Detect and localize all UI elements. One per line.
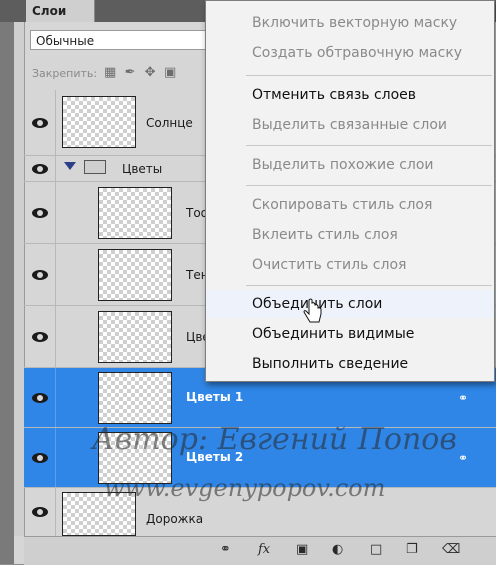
layer-name: Дорожка <box>146 512 204 526</box>
hand-cursor-icon <box>303 298 322 323</box>
fx-icon[interactable]: fx <box>258 542 270 557</box>
menu-separator <box>246 145 492 146</box>
menu-item-flatten-image[interactable]: Выполнить сведение <box>206 350 494 378</box>
lock-transparency-icon[interactable]: ▦ <box>103 66 117 80</box>
lock-all-icon[interactable]: ▣ <box>163 66 177 80</box>
menu-separator <box>246 285 492 286</box>
visibility-eye-icon[interactable] <box>24 428 56 487</box>
watermark-author: Автор: Евгений Попов <box>92 422 457 457</box>
visibility-eye-icon[interactable] <box>24 182 56 243</box>
blend-mode-select[interactable]: Обычные <box>30 30 214 50</box>
layer-name: Солнце <box>146 116 193 130</box>
visibility-eye-icon[interactable] <box>24 368 56 427</box>
layer-thumbnail <box>98 311 172 363</box>
menu-item-merge-visible[interactable]: Объединить видимые <box>206 320 494 348</box>
expand-triangle-icon[interactable] <box>64 162 76 170</box>
lock-move-icon[interactable]: ✥ <box>143 66 157 80</box>
trash-icon[interactable]: ⌫ <box>442 542 460 557</box>
link-chain-icon: ⚭ <box>457 391 469 405</box>
layers-bottom-toolbar: ⚭ fx ▣ ◐ □ ❐ ⌫ <box>24 536 496 565</box>
menu-separator <box>246 185 492 186</box>
menu-item-clear-layer-style[interactable]: Очистить стиль слоя <box>206 251 494 279</box>
layer-name: Цветы 1 <box>186 390 244 404</box>
mask-icon[interactable]: ▣ <box>296 542 308 557</box>
layer-thumbnail <box>98 249 172 301</box>
visibility-eye-icon[interactable] <box>24 156 56 181</box>
menu-item-select-similar-layers[interactable]: Выделить похожие слои <box>206 151 494 179</box>
tab-layers[interactable]: Слои <box>26 0 95 22</box>
left-dock-strip <box>0 22 14 564</box>
lock-row: Закрепить: ▦ ✒ ✥ ▣ <box>32 62 177 84</box>
menu-item-merge-layers[interactable]: Объединить слои <box>206 290 494 318</box>
watermark-url: www.evgenypopov.com <box>104 474 386 502</box>
lock-label: Закрепить: <box>32 66 98 80</box>
layer-name: Цветы <box>122 162 163 176</box>
menu-item-unlink-layers[interactable]: Отменить связь слоев <box>206 81 494 109</box>
menu-item-enable-vector-mask[interactable]: Включить векторную маску <box>206 9 494 37</box>
folder-icon <box>84 160 106 174</box>
menu-item-select-linked-layers[interactable]: Выделить связанные слои <box>206 111 494 139</box>
layer-thumbnail <box>98 187 172 239</box>
layer-context-menu: Включить векторную маску Создать обтраво… <box>205 0 495 382</box>
visibility-eye-icon[interactable] <box>24 90 56 155</box>
link-icon[interactable]: ⚭ <box>220 542 231 557</box>
visibility-eye-icon[interactable] <box>24 306 56 367</box>
menu-item-copy-layer-style[interactable]: Скопировать стиль слоя <box>206 191 494 219</box>
menu-item-paste-layer-style[interactable]: Вклеить стиль слоя <box>206 221 494 249</box>
folder-icon[interactable]: □ <box>370 542 382 557</box>
adjustment-icon[interactable]: ◐ <box>332 542 343 557</box>
lock-brush-icon[interactable]: ✒ <box>123 66 137 80</box>
layer-thumbnail <box>98 372 172 424</box>
visibility-eye-icon[interactable] <box>24 244 56 305</box>
new-layer-icon[interactable]: ❐ <box>406 542 418 557</box>
menu-item-create-clipping-mask[interactable]: Создать обтравочную маску <box>206 39 494 67</box>
visibility-eye-icon[interactable] <box>24 488 56 536</box>
menu-separator <box>246 75 492 76</box>
layer-thumbnail <box>62 96 136 148</box>
